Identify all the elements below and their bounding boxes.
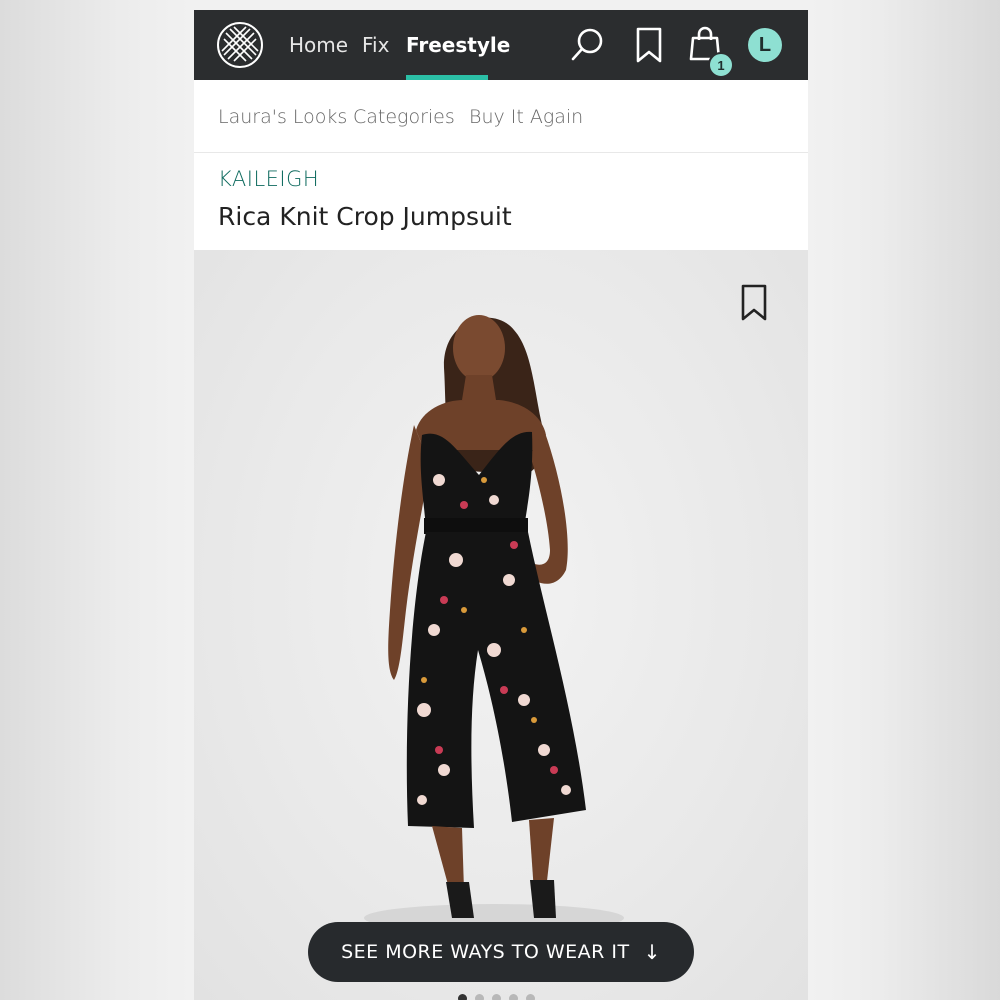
nav-freestyle-link[interactable]: Freestyle (406, 33, 510, 57)
product-brand[interactable]: KAILEIGH (218, 167, 319, 191)
carousel-dot[interactable] (475, 994, 484, 1000)
carousel-dot[interactable] (458, 994, 467, 1000)
save-item-bookmark-icon[interactable] (740, 284, 768, 322)
app-screen: Home Fix Freestyle 1 L Laura's Looks Cat… (194, 10, 808, 1000)
arrow-down-icon: ↓ (643, 940, 661, 964)
nav-home-link[interactable]: Home (289, 33, 348, 57)
search-icon[interactable] (569, 26, 607, 64)
subnav-item-lauras-looks[interactable]: Laura's Looks (218, 106, 347, 128)
top-nav: Home Fix Freestyle 1 L (194, 10, 808, 80)
subnav-item-buy-it-again[interactable]: Buy It Again (469, 106, 583, 128)
carousel-dot[interactable] (526, 994, 535, 1000)
bookmark-icon[interactable] (630, 26, 668, 64)
stitch-fix-logo-icon[interactable] (216, 21, 264, 69)
carousel-dot[interactable] (509, 994, 518, 1000)
nav-fix-link[interactable]: Fix (362, 33, 389, 57)
subnav-item-categories[interactable]: Categories (353, 106, 455, 128)
product-image-carousel[interactable]: SEE MORE WAYS TO WEAR IT ↓ (194, 250, 808, 1000)
product-title: Rica Knit Crop Jumpsuit (218, 202, 512, 231)
product-photo (364, 315, 624, 932)
cart-count-badge: 1 (708, 52, 734, 78)
carousel-dots (458, 994, 535, 1000)
see-more-ways-label: SEE MORE WAYS TO WEAR IT (341, 941, 630, 963)
see-more-ways-button[interactable]: SEE MORE WAYS TO WEAR IT ↓ (308, 922, 694, 982)
user-avatar[interactable]: L (748, 28, 782, 62)
carousel-dot[interactable] (492, 994, 501, 1000)
sub-nav: Laura's Looks Categories Buy It Again (194, 80, 808, 153)
